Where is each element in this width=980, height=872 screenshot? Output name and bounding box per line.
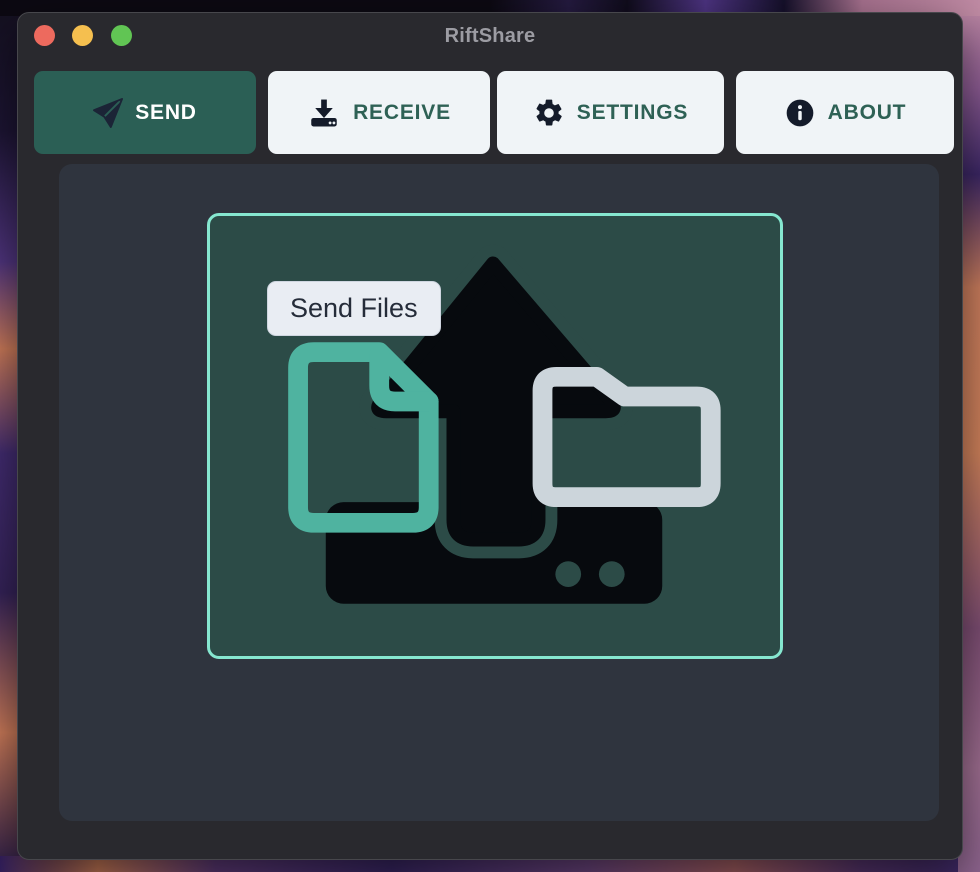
tab-send[interactable]: SEND xyxy=(34,71,256,154)
titlebar: RiftShare xyxy=(18,13,962,71)
info-circle-icon xyxy=(784,97,816,129)
gear-icon xyxy=(533,97,565,129)
tab-settings[interactable]: SETTINGS xyxy=(497,71,724,154)
tab-settings-label: SETTINGS xyxy=(577,101,688,125)
tab-about[interactable]: ABOUT xyxy=(736,71,954,154)
paper-plane-icon xyxy=(93,98,123,128)
download-tray-icon xyxy=(307,96,341,130)
tab-send-label: SEND xyxy=(135,101,197,125)
riftshare-window: RiftShare SEND RECEIVE SETTINGS ABOUT xyxy=(17,12,963,860)
tab-about-label: ABOUT xyxy=(828,101,907,125)
file-outline-icon xyxy=(298,352,429,523)
content-panel: Send Files xyxy=(59,164,939,821)
tab-receive-label: RECEIVE xyxy=(353,101,451,125)
tab-receive[interactable]: RECEIVE xyxy=(268,71,490,154)
send-dropzone[interactable]: Send Files xyxy=(207,213,783,659)
send-files-button[interactable]: Send Files xyxy=(267,281,441,336)
window-title: RiftShare xyxy=(18,25,962,48)
